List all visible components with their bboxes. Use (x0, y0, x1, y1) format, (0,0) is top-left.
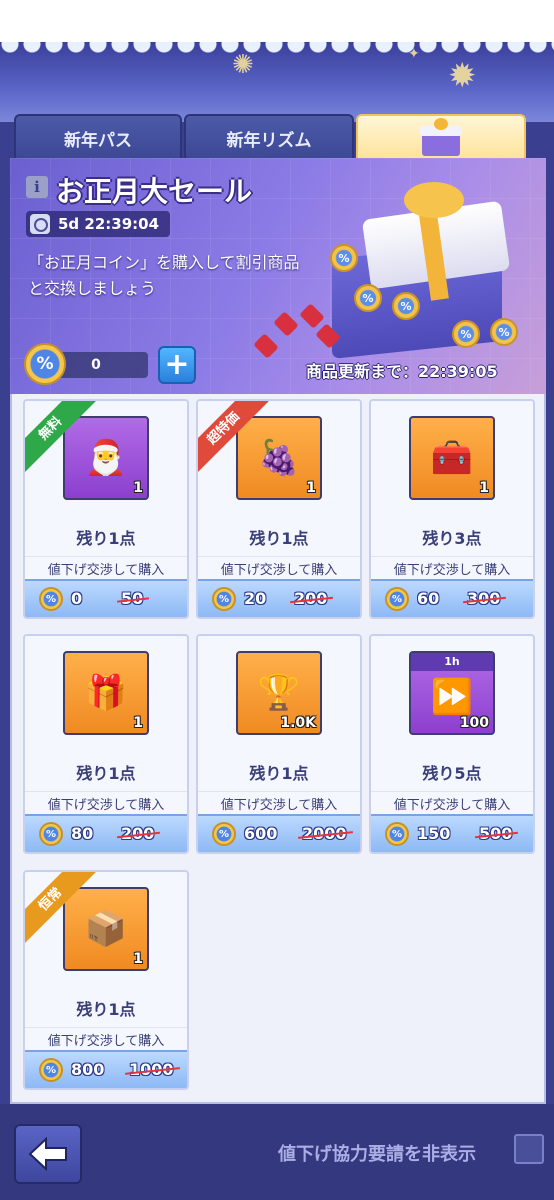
original-price: 200 (121, 824, 155, 843)
original-price: 2000 (302, 824, 347, 843)
hide-help-request-checkbox[interactable] (514, 1134, 544, 1164)
percent-coin-icon: % (212, 587, 236, 611)
sale-description: 「お正月コイン」を購入して割引商品と交換しましょう (28, 253, 300, 298)
price-button[interactable]: % 80 200 (25, 814, 187, 852)
price-button[interactable]: % 800 1000 (25, 1050, 187, 1088)
percent-coin-icon: % (385, 822, 409, 846)
sale-price: 20 (244, 589, 267, 608)
remaining-stock: 残り1点 (76, 1000, 136, 1019)
item-image: 📦 1 (63, 887, 149, 971)
remaining-stock: 残り5点 (422, 764, 482, 783)
cornucopia-icon: 🍇 (257, 438, 301, 478)
timer-text: 5d 22:39:04 (58, 215, 160, 233)
item-quantity: 1 (133, 715, 143, 731)
percent-coin-icon: % (39, 587, 63, 611)
duration-label: 1h (411, 653, 493, 671)
item-quantity: 1.0K (280, 715, 316, 731)
snow-border (0, 42, 554, 56)
price-button[interactable]: % 20 200 (198, 579, 360, 617)
gift-box-icon (418, 118, 464, 158)
info-icon[interactable]: i (26, 176, 48, 198)
original-price: 500 (479, 824, 513, 843)
percent-coin-icon: % (212, 822, 236, 846)
shop-item-card[interactable]: 無料 🎅 1 残り1点 値下げ交渉して購入 % 0 50 (23, 399, 189, 619)
item-image: 1h ⏩ 100 (409, 651, 495, 735)
big-gift-icon: % % % % % (253, 180, 532, 370)
price-button[interactable]: % 600 2000 (198, 814, 360, 852)
silver-chest-icon: 🧰 (430, 438, 474, 478)
percent-coin-icon: % (39, 822, 63, 846)
negotiate-label: 値下げ交渉して購入 (25, 556, 187, 578)
percent-coin-icon: % (24, 343, 66, 385)
sparkle-icon: ✦ (408, 46, 420, 62)
sale-price: 60 (417, 589, 440, 608)
fast-forward-icon: ⏩ (430, 677, 474, 717)
trophy-icon: 🏆 (257, 673, 301, 713)
remaining-stock: 残り1点 (76, 529, 136, 548)
original-price: 50 (121, 589, 144, 608)
price-button[interactable]: % 150 500 (371, 814, 533, 852)
negotiate-label: 値下げ交渉して購入 (198, 556, 360, 578)
shop-item-card[interactable]: 🧰 1 残り3点 値下げ交渉して購入 % 60 300 (369, 399, 535, 619)
original-price: 1000 (129, 1060, 174, 1079)
item-image: 🧰 1 (409, 416, 495, 500)
negotiate-label: 値下げ交渉して購入 (198, 791, 360, 813)
item-image: 🎁 1 (63, 651, 149, 735)
back-arrow-icon (28, 1137, 67, 1171)
gold-chest-tier2-icon: 📦 (84, 909, 128, 949)
sale-price: 150 (417, 824, 451, 843)
remaining-stock: 残り3点 (422, 529, 482, 548)
currency-bar: 0 % + (24, 343, 196, 385)
shop-item-card[interactable]: 1h ⏩ 100 残り5点 値下げ交渉して購入 % 150 500 (369, 634, 535, 854)
negotiate-label: 値下げ交渉して購入 (371, 556, 533, 578)
refresh-countdown: 商品更新まで：22:39:05 (306, 362, 498, 381)
negotiate-label: 値下げ交渉して購入 (371, 791, 533, 813)
firework-icon: ✺ (232, 50, 254, 80)
clock-icon (30, 214, 50, 234)
shop-item-card[interactable]: 恒常 📦 1 残り1点 値下げ交渉して購入 % 800 1000 (23, 870, 189, 1090)
price-button[interactable]: % 60 300 (371, 579, 533, 617)
percent-coin-icon: % (385, 587, 409, 611)
sale-price: 600 (244, 824, 278, 843)
remaining-stock: 残り1点 (76, 764, 136, 783)
price-button[interactable]: % 0 50 (25, 579, 187, 617)
item-quantity: 1 (306, 480, 316, 496)
countdown-timer: 5d 22:39:04 (26, 211, 170, 237)
remaining-stock: 残り1点 (249, 764, 309, 783)
remaining-stock: 残り1点 (249, 529, 309, 548)
percent-coin-icon: % (39, 1058, 63, 1082)
shop-item-card[interactable]: 🏆 1.0K 残り1点 値下げ交渉して購入 % 600 2000 (196, 634, 362, 854)
red-chest-tier2-icon: 🎁 (84, 673, 128, 713)
item-image: 🏆 1.0K (236, 651, 322, 735)
negotiate-label: 値下げ交渉して購入 (25, 1027, 187, 1049)
add-currency-button[interactable]: + (158, 346, 196, 384)
sale-price: 80 (71, 824, 94, 843)
sale-title: お正月大セール (56, 175, 253, 208)
item-image: 🍇 1 (236, 416, 322, 500)
item-image: 🎅 1 (63, 416, 149, 500)
item-quantity: 1 (133, 951, 143, 967)
shop-item-card[interactable]: 超特価 🍇 1 残り1点 値下げ交渉して購入 % 20 200 (196, 399, 362, 619)
tab-new-year-rhythm[interactable]: 新年リズム (184, 114, 354, 160)
firework-icon: ✹ (448, 56, 477, 96)
sale-price: 0 (71, 589, 83, 608)
santa-gingerbread-icon: 🎅 (84, 438, 128, 478)
item-quantity: 1 (133, 480, 143, 496)
tab-sale[interactable] (356, 114, 526, 160)
sale-price: 800 (71, 1060, 105, 1079)
tab-new-year-pass[interactable]: 新年パス (14, 114, 182, 160)
status-strip (0, 0, 554, 46)
item-quantity: 1 (479, 480, 489, 496)
original-price: 300 (467, 589, 501, 608)
item-quantity: 100 (459, 715, 489, 731)
shop-item-card[interactable]: 🎁 1 残り1点 値下げ交渉して購入 % 80 200 (23, 634, 189, 854)
negotiate-label: 値下げ交渉して購入 (25, 791, 187, 813)
hide-help-request-label: 値下げ協力要請を非表示 (278, 1144, 476, 1165)
back-button[interactable] (14, 1124, 82, 1184)
original-price: 200 (294, 589, 328, 608)
